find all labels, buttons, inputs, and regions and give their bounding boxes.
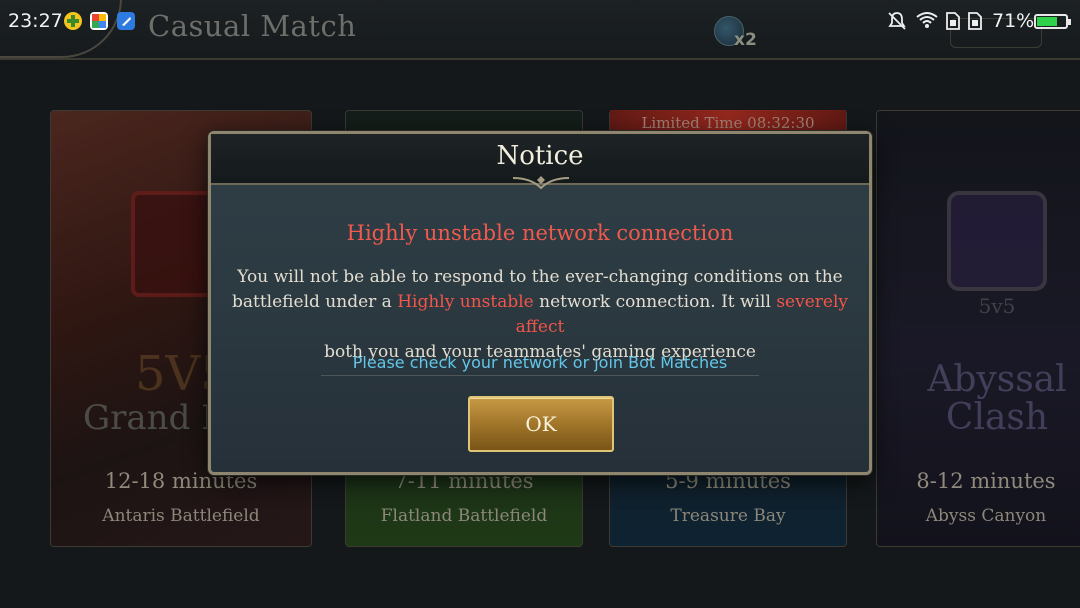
dialog-title: Notice bbox=[496, 141, 584, 171]
divider bbox=[321, 375, 759, 376]
card-map-name: Antaris Battlefield bbox=[102, 506, 260, 526]
notice-dialog: Notice Highly unstable network connectio… bbox=[208, 131, 872, 475]
page-title: Casual Match bbox=[148, 9, 357, 43]
mode-card-abyssal-clash[interactable]: 5v5 Abyssal Clash 8-12 minutes Abyss Can… bbox=[876, 110, 1080, 547]
message-text: network connection. It will bbox=[533, 292, 777, 312]
network-hint: Please check your network or join Bot Ma… bbox=[352, 353, 728, 372]
battery-level-fill bbox=[1037, 17, 1057, 26]
wifi-icon bbox=[916, 12, 938, 28]
sim1-icon bbox=[946, 12, 960, 30]
card-map-name: Flatland Battlefield bbox=[380, 506, 548, 526]
card-duration: 8-12 minutes bbox=[916, 469, 1056, 493]
battery-icon bbox=[1034, 14, 1071, 29]
card-map-name: Abyss Canyon bbox=[925, 506, 1047, 526]
mute-icon bbox=[888, 12, 906, 30]
status-time: 23:27 bbox=[8, 10, 63, 32]
exp-multiplier: x2 bbox=[734, 30, 757, 50]
message-highlight: Highly unstable bbox=[397, 292, 534, 312]
ok-button[interactable]: OK bbox=[468, 396, 614, 452]
cleaner-app-icon bbox=[117, 12, 135, 30]
card-map-name: Treasure Bay bbox=[670, 506, 786, 526]
sim2-icon bbox=[968, 12, 982, 30]
exp-bonus-badge: x2 bbox=[712, 14, 757, 50]
app-store-icon bbox=[90, 12, 108, 30]
game-center-icon bbox=[64, 12, 82, 30]
ornament-icon bbox=[512, 176, 570, 190]
dialog-message: You will not be able to respond to the e… bbox=[221, 265, 859, 365]
battery-percent: 71% bbox=[992, 10, 1035, 32]
alert-heading: Highly unstable network connection bbox=[346, 221, 734, 245]
